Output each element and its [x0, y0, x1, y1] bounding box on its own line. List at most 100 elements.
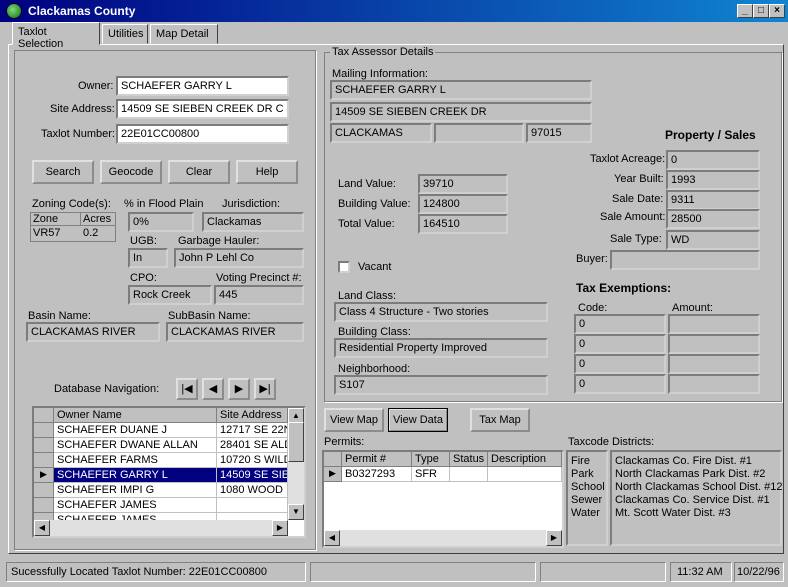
zone-value: VR57 [33, 227, 61, 239]
owner-name-cell[interactable]: SCHAEFER FARMS [54, 453, 217, 468]
last-record-icon[interactable]: ▶| [254, 378, 276, 400]
taxcode-district: North Clackamas School Dist. #12 [615, 481, 783, 493]
permit-type-header[interactable]: Type [412, 452, 450, 467]
voting-precinct-value: 445 [214, 285, 304, 305]
exemption-code: 0 [574, 354, 666, 374]
help-button[interactable]: Help [236, 160, 298, 184]
total-value: 164510 [418, 214, 508, 234]
permit-status[interactable] [450, 467, 488, 482]
permit-description-header[interactable]: Description [488, 452, 562, 467]
land-value-label: Land Value: [338, 178, 396, 190]
owner-grid[interactable]: Owner Name Site Address SCHAEFER DUANE J… [32, 406, 306, 538]
vacant-label: Vacant [358, 261, 392, 273]
maximize-icon[interactable]: □ [753, 4, 769, 18]
database-navigation-label: Database Navigation: [54, 383, 160, 395]
permit-status-header[interactable]: Status [450, 452, 488, 467]
status-date: 10/22/96 [734, 562, 784, 582]
site-address-header[interactable]: Site Address [217, 408, 288, 423]
sale-type-label: Sale Type: [610, 233, 662, 245]
building-value-label: Building Value: [338, 198, 411, 210]
building-value: 124800 [418, 194, 508, 214]
owner-grid-hscroll[interactable]: ◀ ▶ [34, 520, 288, 536]
ugb-value: In [128, 248, 168, 268]
next-record-icon[interactable]: ▶ [228, 378, 250, 400]
owner-name-cell[interactable]: SCHAEFER IMPI G [54, 483, 217, 498]
site-address-cell[interactable]: 14509 SE SIEB [217, 468, 288, 483]
taxcode-types-list: Fire Park School Sewer Water [566, 450, 608, 546]
sale-date-label: Sale Date: [612, 193, 664, 205]
taxlot-number-input[interactable]: 22E01CC00800 [116, 124, 289, 144]
permits-hscroll[interactable]: ◀ ▶ [324, 530, 562, 546]
scroll-left-icon[interactable]: ◀ [34, 520, 50, 536]
row-indicator[interactable] [34, 498, 54, 513]
site-address-cell[interactable]: 10720 S WILD [217, 453, 288, 468]
row-pointer-icon[interactable]: ▶ [34, 468, 54, 483]
close-icon[interactable]: × [769, 4, 785, 18]
scroll-thumb[interactable] [288, 422, 304, 462]
previous-record-icon[interactable]: ◀ [202, 378, 224, 400]
site-address-cell[interactable]: 1080 WOOD [217, 483, 288, 498]
jurisdiction-value: Clackamas [202, 212, 304, 232]
permit-number-header[interactable]: Permit # [342, 452, 412, 467]
owner-name-cell[interactable]: SCHAEFER DWANE ALLAN [54, 438, 217, 453]
sale-type-value: WD [666, 230, 760, 250]
building-class-value: Residential Property Improved [334, 338, 548, 358]
land-class-value: Class 4 Structure - Two stories [334, 302, 548, 322]
site-address-cell[interactable]: 12717 SE 22N [217, 423, 288, 438]
permit-type[interactable]: SFR [412, 467, 450, 482]
taxcode-type: Sewer [571, 494, 603, 506]
site-address-cell[interactable]: 28401 SE ALD [217, 438, 288, 453]
taxcode-district: North Clackamas Park Dist. #2 [615, 468, 766, 480]
zoning-codes-label: Zoning Code(s): [32, 198, 111, 210]
taxcode-type: Park [571, 468, 594, 480]
scroll-right-icon[interactable]: ▶ [546, 530, 562, 546]
first-record-icon[interactable]: |◀ [176, 378, 198, 400]
acres-header: Acres [81, 213, 115, 226]
zoning-grid: Zone Acres VR57 0.2 [30, 212, 116, 242]
row-indicator[interactable] [34, 423, 54, 438]
geocode-button[interactable]: Geocode [100, 160, 162, 184]
exemption-amount [668, 334, 760, 354]
view-map-button[interactable]: View Map [324, 408, 384, 432]
scroll-left-icon[interactable]: ◀ [324, 530, 340, 546]
owner-name-cell[interactable]: SCHAEFER GARRY L [54, 468, 217, 483]
owner-name-header[interactable]: Owner Name [54, 408, 217, 423]
owner-grid-vscroll[interactable]: ▲ ▼ [288, 408, 304, 520]
tab-map-detail[interactable]: Map Detail [150, 24, 218, 44]
search-button[interactable]: Search [32, 160, 94, 184]
owner-name-cell[interactable]: SCHAEFER JAMES [54, 498, 217, 513]
zone-header: Zone [31, 213, 81, 226]
mailing-info-label: Mailing Information: [332, 68, 428, 80]
scroll-down-icon[interactable]: ▼ [288, 504, 304, 520]
vacant-checkbox[interactable] [338, 261, 350, 273]
property-sales-title: Property / Sales [665, 128, 756, 142]
owner-name-cell[interactable]: SCHAEFER DUANE J [54, 423, 217, 438]
land-class-label: Land Class: [338, 290, 397, 302]
site-address-input[interactable]: 14509 SE SIEBEN CREEK DR C [116, 99, 289, 119]
permits-grid[interactable]: Permit # Type Status Description ▶ B0327… [322, 450, 564, 548]
permit-number[interactable]: B0327293 [342, 467, 412, 482]
minimize-icon[interactable]: _ [737, 4, 753, 18]
row-indicator[interactable] [34, 483, 54, 498]
mailing-zip: 97015 [526, 123, 592, 143]
buyer-value [610, 250, 760, 270]
row-indicator[interactable] [34, 453, 54, 468]
row-indicator[interactable] [34, 438, 54, 453]
site-address-cell[interactable] [217, 498, 288, 513]
tab-utilities[interactable]: Utilities [102, 24, 148, 44]
tab-taxlot-selection[interactable]: Taxlot Selection [12, 22, 100, 50]
taxcode-district: Clackamas Co. Fire Dist. #1 [615, 455, 752, 467]
clear-button[interactable]: Clear [168, 160, 230, 184]
owner-input[interactable]: SCHAEFER GARRY L [116, 76, 289, 96]
view-data-button[interactable]: View Data [388, 408, 448, 432]
permit-description[interactable] [488, 467, 562, 482]
taxlot-number-label: Taxlot Number: [41, 128, 115, 140]
garbage-hauler-label: Garbage Hauler: [178, 235, 260, 247]
window-title: Clackamas County [28, 4, 136, 18]
taxcode-type: Fire [571, 455, 590, 467]
app-globe-icon [6, 3, 22, 19]
flood-plain-value: 0% [128, 212, 194, 232]
permits-label: Permits: [324, 436, 365, 448]
tax-map-button[interactable]: Tax Map [470, 408, 530, 432]
scroll-right-icon[interactable]: ▶ [272, 520, 288, 536]
